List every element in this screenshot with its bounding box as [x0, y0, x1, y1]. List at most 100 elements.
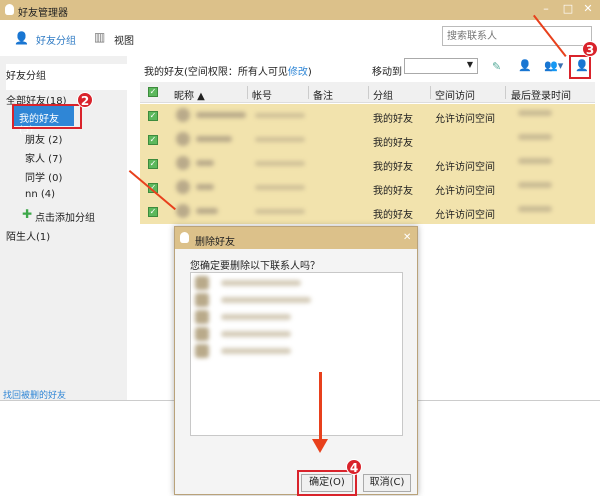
- access-cell: 允许访问空间: [435, 210, 495, 221]
- nickname-blurred: [196, 208, 218, 214]
- group-title-text: 我的好友(空间权限：所有人可见: [144, 67, 288, 78]
- last-login-blurred: [518, 134, 552, 140]
- row-checkbox[interactable]: ✓: [148, 135, 158, 145]
- highlight-box: [12, 104, 82, 129]
- list-item: [193, 275, 393, 291]
- table-row[interactable]: ✓ 我的好友 允许访问空间: [140, 152, 595, 176]
- table-row[interactable]: ✓ 我的好友 允许访问空间: [140, 176, 595, 200]
- contact-name-blurred: [221, 297, 311, 303]
- sidebar-heading: 好友分组: [6, 64, 127, 90]
- avatar: [176, 204, 190, 218]
- search-input[interactable]: [442, 26, 592, 46]
- col-account[interactable]: 帐号: [252, 87, 272, 102]
- delete-friend-dialog: 删除好友 ✕ 您确定要删除以下联系人吗？ 确定(O) 4 取消(C): [174, 226, 418, 496]
- chevron-down-icon: ▼: [466, 60, 473, 69]
- account-blurred: [255, 209, 305, 214]
- add-group-link[interactable]: 点击添加分组: [35, 209, 95, 224]
- nickname-blurred: [196, 136, 232, 142]
- avatar: [195, 327, 209, 341]
- avatar: [176, 132, 190, 146]
- contact-name-blurred: [221, 314, 291, 320]
- move-to-select[interactable]: ▼: [404, 58, 478, 74]
- avatar: [195, 344, 209, 358]
- friends-icon: 👤: [14, 31, 29, 45]
- cancel-button[interactable]: 取消(C): [363, 474, 411, 492]
- account-blurred: [255, 113, 305, 118]
- annotation-arrow: [319, 372, 322, 442]
- nickname-blurred: [196, 112, 246, 118]
- row-checkbox[interactable]: ✓: [148, 159, 158, 169]
- dialog-question: 您确定要删除以下联系人吗？: [190, 261, 320, 272]
- group-cell: 我的好友: [373, 210, 413, 221]
- highlight-box: [297, 470, 357, 496]
- row-checkbox[interactable]: ✓: [148, 207, 158, 217]
- group-cell: 我的好友: [373, 114, 413, 125]
- sidebar-item-classmates[interactable]: 同学 (0): [25, 169, 62, 184]
- table-row[interactable]: ✓ 我的好友 允许访问空间: [140, 200, 595, 224]
- table-row[interactable]: ✓ 我的好友: [140, 128, 595, 152]
- title-bar: 好友管理器 – □ ✕: [0, 0, 600, 20]
- col-remark[interactable]: 备注: [313, 87, 333, 102]
- step-badge: 2: [77, 92, 93, 108]
- maximize-button[interactable]: □: [560, 2, 576, 15]
- nickname-blurred: [196, 160, 214, 166]
- list-item: [193, 309, 393, 325]
- minimize-button[interactable]: –: [538, 2, 554, 15]
- contact-name-blurred: [221, 280, 301, 286]
- table-header: ✓ 昵称 ▲ 帐号 备注 分组 空间访问 最后登录时间: [140, 82, 595, 103]
- chart-icon: ▥: [94, 30, 106, 44]
- col-last-login[interactable]: 最后登录时间: [511, 87, 571, 102]
- friend-menu-icon[interactable]: 👥▾: [544, 59, 563, 72]
- group-title: 我的好友(空间权限：所有人可见修改): [144, 63, 312, 78]
- group-cell: 我的好友: [373, 162, 413, 173]
- group-title-suffix: ): [307, 67, 312, 78]
- plus-icon: ✚: [22, 207, 33, 221]
- group-cell: 我的好友: [373, 138, 413, 149]
- col-nickname[interactable]: 昵称 ▲: [174, 87, 205, 102]
- edit-permission-link[interactable]: 修改: [288, 67, 308, 78]
- tab-friend-groups[interactable]: 好友分组: [36, 32, 76, 47]
- row-checkbox[interactable]: ✓: [148, 111, 158, 121]
- col-space-access[interactable]: 空间访问: [435, 87, 475, 102]
- contact-name-blurred: [221, 348, 291, 354]
- avatar: [195, 293, 209, 307]
- access-cell: 允许访问空间: [435, 114, 495, 125]
- arrow-head: [312, 439, 328, 453]
- dialog-close-button[interactable]: ✕: [403, 232, 411, 243]
- window-title: 好友管理器: [18, 8, 68, 19]
- sidebar-item-friends[interactable]: 朋友 (2): [25, 131, 62, 146]
- dialog-title-bar: 删除好友 ✕: [175, 227, 417, 249]
- avatar: [176, 108, 190, 122]
- step-badge: 4: [346, 459, 362, 475]
- contact-name-blurred: [221, 331, 291, 337]
- qq-logo-icon: [5, 4, 14, 15]
- access-cell: 允许访问空间: [435, 162, 495, 173]
- nickname-blurred: [196, 184, 214, 190]
- close-button[interactable]: ✕: [580, 2, 596, 15]
- add-friend-icon[interactable]: 👤: [518, 59, 532, 72]
- avatar: [195, 310, 209, 324]
- sidebar-item-nn[interactable]: nn (4): [25, 189, 55, 200]
- step-badge: 3: [582, 41, 598, 57]
- select-all-checkbox[interactable]: ✓: [148, 87, 158, 97]
- tab-view[interactable]: 视图: [114, 32, 134, 47]
- sidebar-item-strangers[interactable]: 陌生人(1): [6, 228, 50, 243]
- qq-logo-icon: [180, 232, 189, 243]
- last-login-blurred: [518, 158, 552, 164]
- table-row[interactable]: ✓ 我的好友 允许访问空间: [140, 104, 595, 128]
- avatar: [195, 276, 209, 290]
- list-item: [193, 343, 393, 359]
- account-blurred: [255, 185, 305, 190]
- group-cell: 我的好友: [373, 186, 413, 197]
- edit-note-icon[interactable]: ✎: [492, 60, 501, 73]
- col-group[interactable]: 分组: [373, 87, 393, 102]
- sidebar-item-family[interactable]: 家人 (7): [25, 150, 62, 165]
- highlight-box: [569, 55, 591, 79]
- contact-list: [190, 272, 403, 436]
- dialog-title: 删除好友: [195, 237, 235, 248]
- list-item: [193, 326, 393, 342]
- list-item: [193, 292, 393, 308]
- avatar: [176, 180, 190, 194]
- move-to-label: 移动到: [372, 67, 402, 78]
- last-login-blurred: [518, 182, 552, 188]
